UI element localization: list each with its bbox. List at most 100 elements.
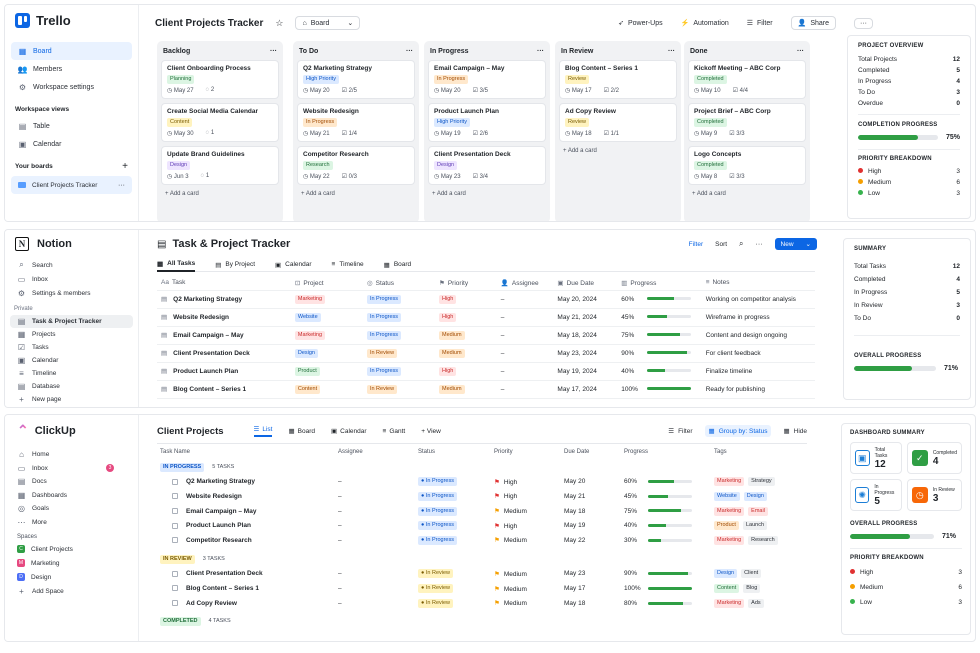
project-cell[interactable]: Design bbox=[290, 344, 363, 363]
clickup-nav-item[interactable]: ⌂ Home bbox=[10, 448, 133, 462]
trello-view-calendar[interactable]: ▣ Calendar bbox=[11, 135, 132, 153]
trello-nav-members[interactable]: 👥 Members bbox=[11, 60, 132, 78]
table-row[interactable]: ▤ Client Presentation Deck Design In Review… bbox=[157, 344, 815, 363]
add-card-button[interactable]: + Add a card bbox=[559, 146, 677, 156]
task-row[interactable]: Email Campaign – May – ● In Progress ⚑ Mediu… bbox=[157, 504, 807, 519]
tags-cell[interactable]: Content Blog bbox=[711, 581, 807, 596]
assignee-cell[interactable]: – bbox=[496, 290, 554, 309]
due-date-cell[interactable]: May 20, 2024 bbox=[553, 290, 618, 309]
add-space-button[interactable]: + Add Space bbox=[10, 584, 133, 598]
list-more-icon[interactable]: ··· bbox=[270, 48, 277, 55]
task-cell[interactable]: Blog Content – Series 1 bbox=[157, 581, 335, 596]
more-menu-button[interactable]: ··· bbox=[854, 17, 873, 29]
table-row[interactable]: ▤ Email Campaign – May Marketing In Progres… bbox=[157, 326, 815, 345]
due-date-cell[interactable]: May 21, 2024 bbox=[553, 308, 618, 327]
share-button[interactable]: 👤 Share bbox=[790, 16, 836, 30]
clickup-logo[interactable]: ⌃ ClickUp bbox=[5, 415, 138, 446]
card[interactable]: Q2 Marketing Strategy High Priority ◷ May … bbox=[297, 60, 415, 99]
clickup-nav-item[interactable]: ▤ Docs bbox=[10, 475, 133, 489]
priority-cell[interactable]: ⚑ Medium bbox=[491, 581, 561, 596]
clickup-view-tab[interactable]: ▦ Board bbox=[288, 427, 315, 436]
status-cell[interactable]: ● In Review bbox=[415, 581, 491, 596]
priority-cell[interactable]: ⚑ High bbox=[491, 474, 561, 489]
clickup-nav-item[interactable]: ◎ Goals bbox=[10, 502, 133, 516]
priority-cell[interactable]: Medium bbox=[435, 380, 497, 399]
card[interactable]: Project Brief – ABC Corp Completed ◷ May 9… bbox=[688, 103, 806, 142]
group-row[interactable]: IN REVIEW 3 TASKS bbox=[157, 552, 807, 567]
notes-cell[interactable]: Working on competitor analysis bbox=[701, 290, 815, 309]
task-cell[interactable]: Email Campaign – May bbox=[157, 504, 335, 519]
table-row[interactable]: ▤ Product Launch Plan Product In Progress Hi… bbox=[157, 362, 815, 381]
notes-cell[interactable]: Wireframe in progress bbox=[701, 308, 815, 327]
space-item[interactable]: C Client Projects bbox=[10, 542, 133, 556]
project-cell[interactable]: Content bbox=[290, 380, 363, 399]
table-row[interactable]: ▤ Website Redesign Website In Progress High –… bbox=[157, 308, 815, 327]
group-by-button[interactable]: ▦ Group by: Status bbox=[704, 425, 772, 437]
assignee-cell[interactable]: – bbox=[496, 326, 554, 345]
clickup-filter-button[interactable]: ☰ Filter bbox=[668, 427, 692, 436]
checkbox[interactable] bbox=[172, 537, 178, 544]
project-cell[interactable]: Marketing bbox=[290, 326, 363, 345]
clickup-view-tab[interactable]: ▣ Calendar bbox=[331, 427, 367, 436]
assignee-cell[interactable]: – bbox=[496, 344, 554, 363]
task-cell[interactable]: Ad Copy Review bbox=[157, 596, 335, 611]
checkbox[interactable] bbox=[172, 478, 178, 485]
due-date-cell[interactable]: May 21 bbox=[561, 489, 621, 504]
task-cell[interactable]: ▤ Blog Content – Series 1 bbox=[157, 380, 291, 399]
notion-new-button[interactable]: New ⌄ bbox=[774, 238, 817, 250]
add-card-button[interactable]: + Add a card bbox=[161, 189, 279, 199]
column-header[interactable]: 👤 Assignee bbox=[496, 276, 554, 291]
tags-cell[interactable]: Website Design bbox=[711, 489, 807, 504]
clickup-nav-item[interactable]: ▦ Dashboards bbox=[10, 489, 133, 503]
card[interactable]: Client Onboarding Process Planning ◷ May 2… bbox=[161, 60, 279, 99]
list-more-icon[interactable]: ··· bbox=[406, 48, 413, 55]
tags-cell[interactable]: Product Launch bbox=[711, 518, 807, 533]
more-icon[interactable]: ··· bbox=[756, 241, 763, 248]
task-cell[interactable]: Website Redesign bbox=[157, 489, 335, 504]
column-header[interactable]: ▣ Due Date bbox=[553, 276, 618, 291]
group-row[interactable]: IN PROGRESS 5 TASKS bbox=[157, 460, 807, 475]
status-cell[interactable]: In Progress bbox=[362, 326, 436, 345]
trello-board-item[interactable]: Client Projects Tracker ··· bbox=[11, 176, 132, 194]
column-header[interactable]: Status bbox=[415, 445, 491, 460]
checkbox[interactable] bbox=[172, 585, 178, 592]
notion-tab[interactable]: ≡ Timeline bbox=[332, 258, 364, 272]
task-row[interactable]: Website Redesign – ● In Progress ⚑ High May 2… bbox=[157, 489, 807, 504]
notes-cell[interactable]: Content and design ongoing bbox=[701, 326, 815, 345]
card[interactable]: Competitor Research Research ◷ May 22 ☑ 0/3 bbox=[297, 146, 415, 185]
tags-cell[interactable]: Design Client bbox=[711, 567, 807, 582]
project-cell[interactable]: Website bbox=[290, 308, 363, 327]
column-header[interactable]: Assignee bbox=[335, 445, 415, 460]
add-card-button[interactable]: + Add a card bbox=[428, 189, 546, 199]
priority-cell[interactable]: Medium bbox=[435, 344, 497, 363]
status-cell[interactable]: ● In Progress bbox=[415, 504, 491, 519]
priority-cell[interactable]: Medium bbox=[435, 326, 497, 345]
notes-cell[interactable]: Finalize timeline bbox=[701, 362, 815, 381]
task-cell[interactable]: ▤ Email Campaign – May bbox=[157, 326, 291, 345]
card[interactable]: Create Social Media Calendar Content ◷ May… bbox=[161, 103, 279, 142]
column-header[interactable]: Task Name bbox=[157, 445, 335, 460]
card[interactable]: Blog Content – Series 1 Review ◷ May 17 ☑ 2… bbox=[559, 60, 677, 99]
card[interactable]: Email Campaign – May In Progress ◷ May 20 ☑… bbox=[428, 60, 546, 99]
notion-page-item[interactable]: ▤ Database bbox=[10, 380, 133, 393]
notion-nav-inbox[interactable]: ▭ Inbox bbox=[10, 272, 133, 286]
clickup-view-tab[interactable]: ☰ List bbox=[253, 425, 273, 437]
assignee-cell[interactable]: – bbox=[335, 518, 415, 533]
task-row[interactable]: Competitor Research – ● In Progress ⚑ Medium… bbox=[157, 533, 807, 548]
task-cell[interactable]: Client Presentation Deck bbox=[157, 567, 335, 582]
task-cell[interactable]: Product Launch Plan bbox=[157, 518, 335, 533]
search-icon[interactable]: ⌕ bbox=[739, 239, 743, 249]
task-cell[interactable]: Q2 Marketing Strategy bbox=[157, 474, 335, 489]
status-cell[interactable]: In Progress bbox=[362, 362, 436, 381]
list-more-icon[interactable]: ··· bbox=[797, 48, 804, 55]
status-cell[interactable]: ● In Progress bbox=[415, 533, 491, 548]
status-cell[interactable]: In Progress bbox=[362, 308, 436, 327]
more-icon[interactable]: ··· bbox=[118, 182, 125, 189]
card[interactable]: Logo Concepts Completed ◷ May 8 ☑ 3/3 bbox=[688, 146, 806, 185]
task-cell[interactable]: ▤ Client Presentation Deck bbox=[157, 344, 291, 363]
assignee-cell[interactable]: – bbox=[496, 380, 554, 399]
add-board-icon[interactable]: + bbox=[122, 161, 128, 172]
notion-page-item[interactable]: ▦ Projects bbox=[10, 328, 133, 341]
due-date-cell[interactable]: May 18, 2024 bbox=[553, 326, 618, 345]
space-item[interactable]: M Marketing bbox=[10, 556, 133, 570]
